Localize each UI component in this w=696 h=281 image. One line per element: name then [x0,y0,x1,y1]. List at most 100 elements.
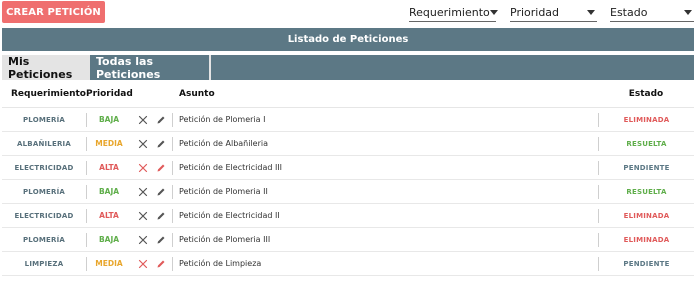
row-requerimiento: PLOMERÍA [2,115,86,124]
table-row: ELECTRICIDAD ALTA Petición de Electricid… [2,204,694,228]
status-badge: PENDIENTE [623,163,670,172]
header-estado: Estado [628,88,664,99]
row-asunto: Petición de Limpieza [173,259,598,268]
prioridad-badge: MEDIA [95,259,123,268]
row-prioridad: ALTA [86,160,131,175]
row-requerimiento: PLOMERÍA [2,235,86,244]
row-asunto: Petición de Plomeria I [173,115,598,124]
row-asunto: Petición de Electricidad II [173,211,598,220]
requerimiento-label: ALBAÑILERIA [17,140,71,148]
status-badge: ELIMINADA [623,235,670,244]
row-estado: RESUELTA [598,136,694,151]
estado-filter-label: Estado [610,6,648,19]
row-asunto: Petición de Plomeria III [173,235,598,244]
status-badge: ELIMINADA [623,211,670,220]
asunto-text: Petición de Plomeria I [179,115,266,124]
pencil-icon[interactable] [156,211,166,221]
row-prioridad: BAJA [86,112,131,127]
table-row: ELECTRICIDAD ALTA Petición de Electricid… [2,156,694,180]
table-body: PLOMERÍA BAJA Petición de Plomeria I ELI… [2,108,694,276]
prioridad-filter[interactable]: Prioridad [510,4,597,22]
row-estado: ELIMINADA [598,232,694,247]
row-requerimiento: ALBAÑILERIA [2,139,86,148]
tab-bar: Mis Peticiones Todas las Peticiones [2,55,694,81]
tab-mis-peticiones[interactable]: Mis Peticiones [2,55,90,81]
pencil-icon[interactable] [156,139,166,149]
close-icon[interactable] [138,211,148,221]
close-icon[interactable] [138,163,148,173]
asunto-text: Petición de Plomeria II [179,187,268,196]
status-badge: PENDIENTE [623,259,670,268]
prioridad-badge: ALTA [99,211,119,220]
status-badge: ELIMINADA [623,115,670,124]
status-badge: RESUELTA [626,187,667,196]
row-actions [131,136,173,151]
requests-table: Requerimiento Prioridad Asunto Estado PL… [2,80,694,276]
asunto-text: Petición de Albañileria [179,139,269,148]
row-asunto: Petición de Albañileria [173,139,598,148]
row-actions [131,160,173,175]
header-asunto: Asunto [179,88,215,99]
requerimiento-filter[interactable]: Requerimiento [409,4,498,22]
pencil-icon[interactable] [156,187,166,197]
row-prioridad: BAJA [86,232,131,247]
requerimiento-label: ELECTRICIDAD [14,212,74,220]
tab-todas-peticiones[interactable]: Todas las Peticiones [90,55,211,81]
row-estado: RESUELTA [598,184,694,199]
table-row: PLOMERÍA BAJA Petición de Plomeria II RE… [2,180,694,204]
prioridad-filter-label: Prioridad [510,6,560,19]
asunto-text: Petición de Electricidad III [179,163,283,172]
row-requerimiento: ELECTRICIDAD [2,211,86,220]
row-actions [131,208,173,223]
asunto-text: Petición de Plomeria III [179,235,271,244]
row-estado: ELIMINADA [598,112,694,127]
pencil-icon[interactable] [156,163,166,173]
status-badge: RESUELTA [626,139,667,148]
row-requerimiento: LIMPIEZA [2,259,86,268]
prioridad-badge: BAJA [98,115,120,124]
row-estado: PENDIENTE [598,256,694,271]
header-prioridad: Prioridad [86,88,133,99]
row-estado: PENDIENTE [598,160,694,175]
row-asunto: Petición de Electricidad III [173,163,598,172]
row-actions [131,112,173,127]
pencil-icon[interactable] [156,259,166,269]
close-icon[interactable] [138,115,148,125]
table-row: ALBAÑILERIA MEDIA Petición de Albañileri… [2,132,694,156]
row-asunto: Petición de Plomeria II [173,187,598,196]
table-row: PLOMERÍA BAJA Petición de Plomeria III E… [2,228,694,252]
row-requerimiento: PLOMERÍA [2,187,86,196]
prioridad-badge: ALTA [99,163,119,172]
asunto-text: Petición de Electricidad II [179,211,280,220]
prioridad-badge: BAJA [98,187,120,196]
pencil-icon[interactable] [156,115,166,125]
close-icon[interactable] [138,187,148,197]
prioridad-badge: MEDIA [95,139,123,148]
close-icon[interactable] [138,235,148,245]
pencil-icon[interactable] [156,235,166,245]
header-actions [131,87,173,101]
table-row: PLOMERÍA BAJA Petición de Plomeria I ELI… [2,108,694,132]
create-request-button[interactable]: CREAR PETICIÓN [2,1,105,23]
row-requerimiento: ELECTRICIDAD [2,163,86,172]
list-title: Listado de Peticiones [2,28,694,51]
chevron-down-icon [489,10,498,15]
requerimiento-label: PLOMERÍA [22,236,66,244]
row-prioridad: MEDIA [86,256,131,271]
estado-filter[interactable]: Estado [610,4,694,22]
close-icon[interactable] [138,139,148,149]
row-actions [131,232,173,247]
table-header: Requerimiento Prioridad Asunto Estado [2,80,694,108]
requerimiento-label: PLOMERÍA [22,116,66,124]
requerimiento-label: LIMPIEZA [24,260,64,268]
chevron-down-icon [587,10,595,15]
header-requerimiento: Requerimiento [11,88,86,99]
table-row: LIMPIEZA MEDIA Petición de Limpieza PEND… [2,252,694,276]
row-actions [131,256,173,271]
row-prioridad: MEDIA [86,136,131,151]
row-actions [131,184,173,199]
row-prioridad: ALTA [86,208,131,223]
requerimiento-label: ELECTRICIDAD [14,164,74,172]
close-icon[interactable] [138,259,148,269]
asunto-text: Petición de Limpieza [179,259,262,268]
